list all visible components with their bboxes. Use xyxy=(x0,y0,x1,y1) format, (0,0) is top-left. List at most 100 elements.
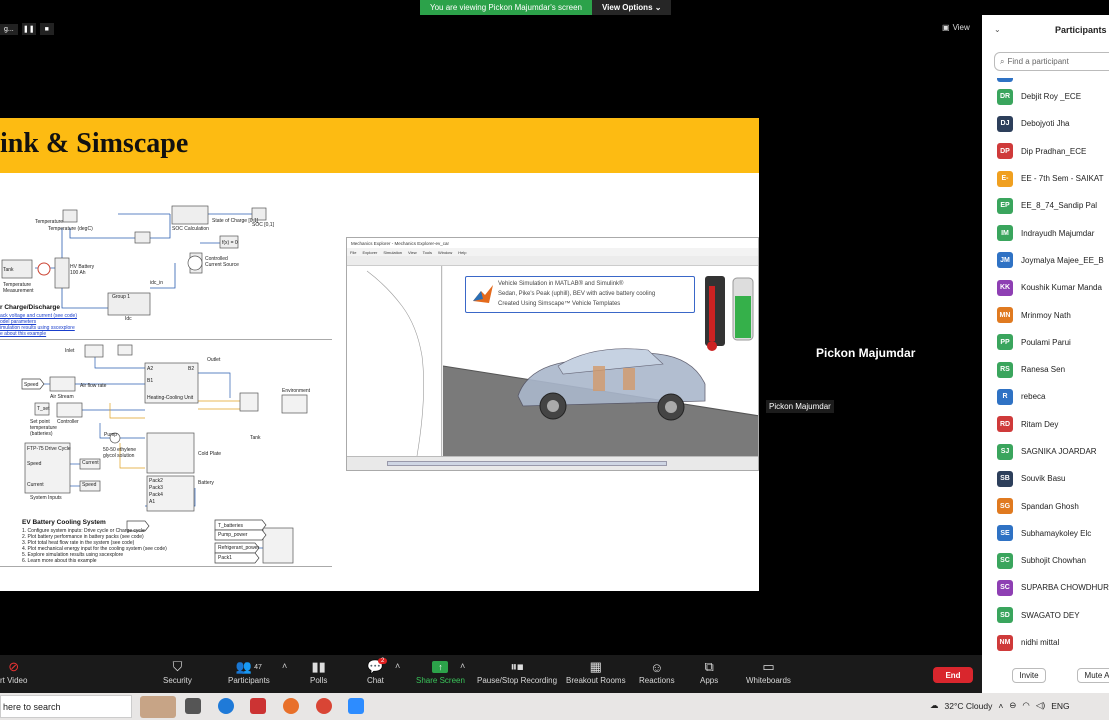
view-icon: ▣ xyxy=(942,23,950,32)
participant-row[interactable]: RS Ranesa Sen xyxy=(982,356,1109,383)
diagram2-label-29: A1 xyxy=(149,499,156,505)
mute-all-button[interactable]: Mute A xyxy=(1077,668,1109,683)
pause-stop-recording-button[interactable]: ⏸⏹ Pause/Stop Recording xyxy=(477,658,557,685)
mech-menu-help[interactable]: Help xyxy=(458,250,466,255)
polls-button[interactable]: ▮▮ Polls xyxy=(310,658,327,685)
zoom-app-icon[interactable] xyxy=(348,698,364,714)
stop-icon[interactable]: ■ xyxy=(39,23,54,35)
chat-caret-icon[interactable]: ˄ xyxy=(395,661,400,671)
participants-caret-icon[interactable]: ˄ xyxy=(282,661,287,671)
mechanics-toolbar[interactable] xyxy=(347,256,758,266)
mech-menu-file[interactable]: File xyxy=(350,250,356,255)
avatar: MN xyxy=(997,307,1013,324)
mech-menu-tools[interactable]: Tools xyxy=(423,250,432,255)
mech-menu-simulation[interactable]: Simulation xyxy=(383,250,402,255)
participant-row[interactable]: RD Ritam Dey xyxy=(982,411,1109,438)
mechanics-tree-pane[interactable] xyxy=(347,266,442,458)
participant-row[interactable]: DR Debjit Roy _ECE xyxy=(982,83,1109,110)
participant-name: Subhojit Chowhan xyxy=(1021,556,1086,566)
weather-text[interactable]: 32°C Cloudy xyxy=(945,701,993,711)
participant-row[interactable]: MN Mrinmoy Nath xyxy=(982,301,1109,328)
participant-row[interactable]: IM Indrayudh Majumdar xyxy=(982,219,1109,246)
taskbar-search-box[interactable]: here to search xyxy=(0,695,132,718)
participant-row[interactable]: JM Joymalya Majee_EE_B xyxy=(982,247,1109,274)
participant-row[interactable]: SC Subhojit Chowhan xyxy=(982,547,1109,574)
participants-button[interactable]: 👥 47 Participants xyxy=(228,658,270,685)
firefox-icon[interactable] xyxy=(283,698,299,714)
chevron-down-icon[interactable]: ⌄ xyxy=(994,25,1001,34)
edge-browser-icon[interactable] xyxy=(218,698,234,714)
participant-name: Poulami Parui xyxy=(1021,337,1071,347)
participant-row[interactable]: DP Dip Pradhan_ECE xyxy=(982,138,1109,165)
language-indicator[interactable]: ENG xyxy=(1051,701,1069,711)
network-icon[interactable]: ⊖ xyxy=(1009,700,1016,711)
end-label: End xyxy=(945,670,961,680)
wifi-icon[interactable]: ◠ xyxy=(1022,700,1029,711)
breakout-rooms-button[interactable]: ▦ Breakout Rooms xyxy=(566,658,626,685)
participant-row[interactable]: PP Poulami Parui xyxy=(982,329,1109,356)
shield-icon: ⛉ xyxy=(172,659,183,674)
ev-battery-cooling-diagram: Inlet Outlet Speed Air flow rate Air Str… xyxy=(0,343,332,568)
participant-search-placeholder: Find a participant xyxy=(1007,57,1069,66)
view-options-button[interactable]: View Options ⌄ xyxy=(591,0,672,15)
mechanics-3d-view[interactable]: Vehicle Simulation in MATLAB® and Simuli… xyxy=(443,266,758,458)
participant-row[interactable]: KK Koushik Kumar Manda xyxy=(982,274,1109,301)
mech-menu-window[interactable]: Window xyxy=(438,250,452,255)
view-button[interactable]: ▣ View xyxy=(942,23,970,32)
whiteboards-button[interactable]: ▭ Whiteboards xyxy=(746,658,791,685)
participant-row[interactable]: SE Subhamaykoley Elc xyxy=(982,520,1109,547)
participant-row[interactable]: SD SWAGATO DEY xyxy=(982,602,1109,629)
participant-row[interactable]: NM nidhi mittal xyxy=(982,629,1109,656)
avatar: SC xyxy=(997,552,1013,569)
apps-icon: ⧉ xyxy=(704,659,714,674)
chrome-icon[interactable] xyxy=(316,698,332,714)
start-video-button[interactable]: ⊘ rt Video xyxy=(0,658,27,685)
media-app-icon[interactable] xyxy=(250,698,266,714)
diagram2-item-6[interactable]: 6. Learn more about this example xyxy=(22,558,97,564)
pause-icon[interactable]: ❚❚ xyxy=(21,23,36,35)
participant-name: nidhi mittal xyxy=(1021,638,1060,648)
volume-icon[interactable]: ◁) xyxy=(1036,700,1045,711)
diagram2-label-22: T_batteries xyxy=(218,523,244,529)
whiteboards-label: Whiteboards xyxy=(746,676,791,685)
diagram2-label-5: Air Stream xyxy=(50,394,74,400)
participant-name: Debjit Roy _ECE xyxy=(1021,92,1082,102)
security-button[interactable]: ⛉ Security xyxy=(163,658,192,685)
invite-button[interactable]: Invite xyxy=(1012,668,1046,683)
apps-button[interactable]: ⧉ Apps xyxy=(700,658,718,685)
mech-menu-explorer[interactable]: Explorer xyxy=(362,250,377,255)
participant-row[interactable]: SJ SAGNIKA JOARDAR xyxy=(982,438,1109,465)
search-highlight-icon[interactable] xyxy=(140,696,176,718)
mech-menu-view[interactable]: View xyxy=(408,250,417,255)
avatar: DP xyxy=(997,143,1013,160)
share-screen-button[interactable]: ↑ Share Screen xyxy=(416,658,465,685)
diagram1-label-4: 100 Ah xyxy=(70,270,86,276)
participant-row[interactable]: Rrebeca xyxy=(982,383,1109,410)
reactions-button[interactable]: ☺ Reactions xyxy=(639,658,675,686)
diagram1-link-4[interactable]: e about this example xyxy=(0,331,46,337)
participant-search-input[interactable]: ⌕ Find a participant xyxy=(994,52,1109,71)
slide-title: ink & Simscape xyxy=(0,128,189,159)
playback-slider[interactable] xyxy=(387,461,667,466)
avatar: DR xyxy=(997,88,1013,105)
participant-row[interactable]: SG Spandan Ghosh xyxy=(982,492,1109,519)
mechanics-playback-bar[interactable] xyxy=(347,456,758,470)
chevron-up-icon[interactable]: ˄ xyxy=(998,701,1003,711)
view-label: View xyxy=(952,23,970,32)
chat-button[interactable]: 💬 2 Chat xyxy=(367,658,388,685)
participant-row[interactable]: SC SUPARBA CHOWDHUR xyxy=(982,574,1109,601)
participant-row[interactable]: E- EE - 7th Sem - SAIKAT xyxy=(982,165,1109,192)
participants-label: Participants xyxy=(228,676,270,685)
security-label: Security xyxy=(163,676,192,685)
participant-name: EE_8_74_Sandip Pal xyxy=(1021,201,1098,211)
share-arrow-icon: ↑ xyxy=(432,661,449,673)
participant-row[interactable]: EP EE_8_74_Sandip Pal xyxy=(982,192,1109,219)
avatar: SJ xyxy=(997,443,1013,460)
task-view-icon[interactable] xyxy=(185,698,201,714)
zoom-meeting-window: You are viewing Pickon Majumdar's screen… xyxy=(0,0,1109,720)
end-meeting-button[interactable]: End xyxy=(933,667,973,683)
participant-row[interactable]: DJ Debojyoti Jha xyxy=(982,110,1109,137)
share-caret-icon[interactable]: ˄ xyxy=(460,661,465,671)
apps-label: Apps xyxy=(700,676,719,685)
participant-row[interactable]: SB Souvik Basu xyxy=(982,465,1109,492)
